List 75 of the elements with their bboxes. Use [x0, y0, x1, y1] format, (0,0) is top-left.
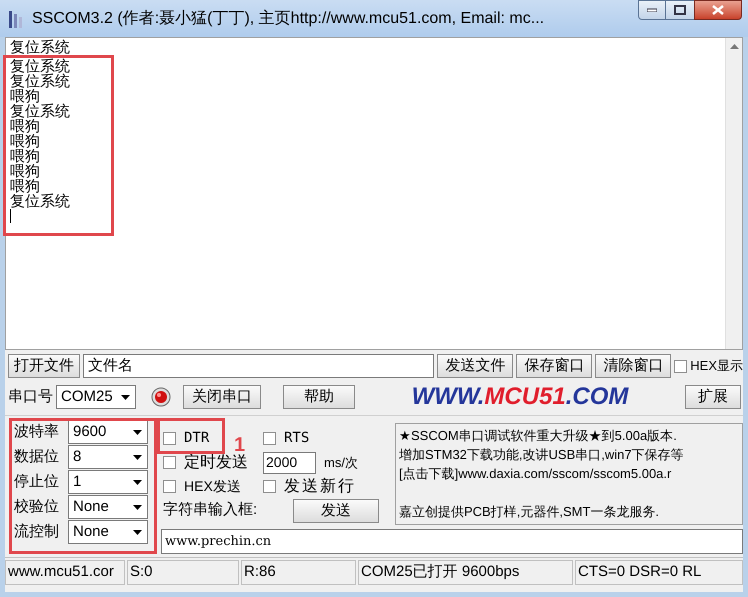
timed-send-label: 定时发送 [184, 452, 248, 472]
log-line: 复位系统 [10, 59, 71, 74]
send-input-field[interactable]: www.prechin.cn [161, 529, 743, 554]
notice-line: 嘉立创提供PCB打样,元器件,SMT一条龙服务. [399, 503, 660, 521]
hex-display-checkbox[interactable] [674, 360, 688, 372]
dropdown-arrow-icon [133, 480, 142, 484]
dropdown-arrow-icon [133, 430, 142, 434]
setting-label: 停止位 [14, 472, 60, 492]
window-title: SSCOM3.2 (作者:聂小猛(丁丁), 主页http://www.mcu51.com, Email: mc... [32, 8, 546, 28]
status-field: S:0 [127, 560, 239, 585]
minimize-icon [647, 8, 657, 12]
clear-window-button[interactable]: 清除窗口 [595, 354, 672, 378]
setting-select[interactable]: 9600 [68, 420, 148, 444]
scroll-up-icon [730, 44, 738, 49]
notice-line: ★SSCOM串口调试软件重大升级★到5.00a版本. [399, 427, 678, 445]
log-line: 喂狗 [10, 119, 41, 134]
filename-field[interactable]: 文件名 [83, 354, 434, 378]
dropdown-arrow-icon [133, 454, 142, 460]
log-line: 喂狗 [10, 164, 41, 179]
app-icon [8, 8, 24, 28]
setting-label: 流控制 [14, 522, 60, 542]
timed-send-checkbox[interactable] [163, 456, 176, 469]
restore-icon [674, 5, 686, 15]
dropdown-arrow-icon [133, 504, 142, 510]
log-line: 复位系统 [10, 40, 71, 55]
setting-label: 校验位 [14, 496, 60, 517]
send-newline-checkbox[interactable] [263, 480, 276, 493]
input-label: 字符串输入框: [163, 500, 258, 520]
log-line: 喂狗 [10, 149, 41, 164]
log-line: 喂狗 [10, 89, 40, 104]
send-button[interactable]: 发送 [293, 498, 379, 522]
status-field: www.mcu51.cor [5, 560, 125, 585]
receive-area[interactable]: 复位系统 复位系统 复位系统 喂狗 复位系统 喂狗 喂狗 喂狗 喂狗 喂狗 复位系统 [5, 37, 743, 350]
setting-select[interactable]: None [68, 520, 148, 544]
status-field: COM25已打开 9600bps [358, 560, 573, 585]
site-logo: WWW.MCU51.COM [410, 382, 630, 412]
hex-display-label: HEX显示 [690, 357, 743, 376]
log-line: 复位系统 [10, 104, 71, 119]
log-line: 喂狗 [10, 134, 41, 149]
dtr-checkbox[interactable] [163, 432, 176, 445]
rts-checkbox[interactable] [263, 432, 276, 445]
dropdown-arrow-icon [121, 394, 130, 400]
text-cursor [10, 209, 11, 223]
send-newline-label: 发送新行 [284, 476, 356, 496]
log-line: 复位系统 [10, 74, 71, 89]
status-field: CTS=0 DSR=0 RL [575, 560, 743, 585]
close-button[interactable] [694, 0, 742, 20]
port-select[interactable]: COM25 [56, 385, 136, 409]
restore-button[interactable] [666, 0, 694, 20]
setting-select[interactable]: 1 [68, 470, 148, 494]
hex-send-label: HEX发送 [184, 477, 241, 496]
notice-line: 增加STM32下载功能,改讲USB串口,win7下保存等 [399, 446, 685, 464]
close-icon [712, 5, 724, 15]
port-label: 串口号 [8, 386, 53, 407]
dtr-label: DTR [184, 429, 210, 448]
open-file-button[interactable]: 打开文件 [8, 354, 80, 378]
notice-line: [点击下载]www.daxia.com/sscom/sscom5.00a.r [399, 465, 672, 483]
setting-select[interactable]: None [68, 495, 148, 519]
log-line: 复位系统 [10, 194, 71, 209]
setting-label: 数据位 [14, 446, 60, 467]
status-field: R:86 [241, 560, 356, 585]
expand-button[interactable]: 扩展 [685, 385, 741, 409]
setting-label: 波特率 [14, 422, 60, 442]
dropdown-arrow-icon [133, 530, 142, 534]
send-file-button[interactable]: 发送文件 [437, 354, 514, 378]
minimize-button[interactable] [638, 0, 666, 20]
setting-select[interactable]: 8 [68, 445, 148, 469]
help-button[interactable]: 帮助 [283, 385, 355, 409]
rts-label: RTS [284, 429, 310, 448]
close-port-button[interactable]: 关闭串口 [183, 385, 261, 409]
save-window-button[interactable]: 保存窗口 [516, 354, 592, 378]
interval-field[interactable]: 2000 [263, 452, 316, 474]
interval-unit: ms/次 [324, 454, 358, 472]
hex-send-checkbox[interactable] [163, 480, 176, 493]
log-line: 喂狗 [10, 179, 40, 194]
